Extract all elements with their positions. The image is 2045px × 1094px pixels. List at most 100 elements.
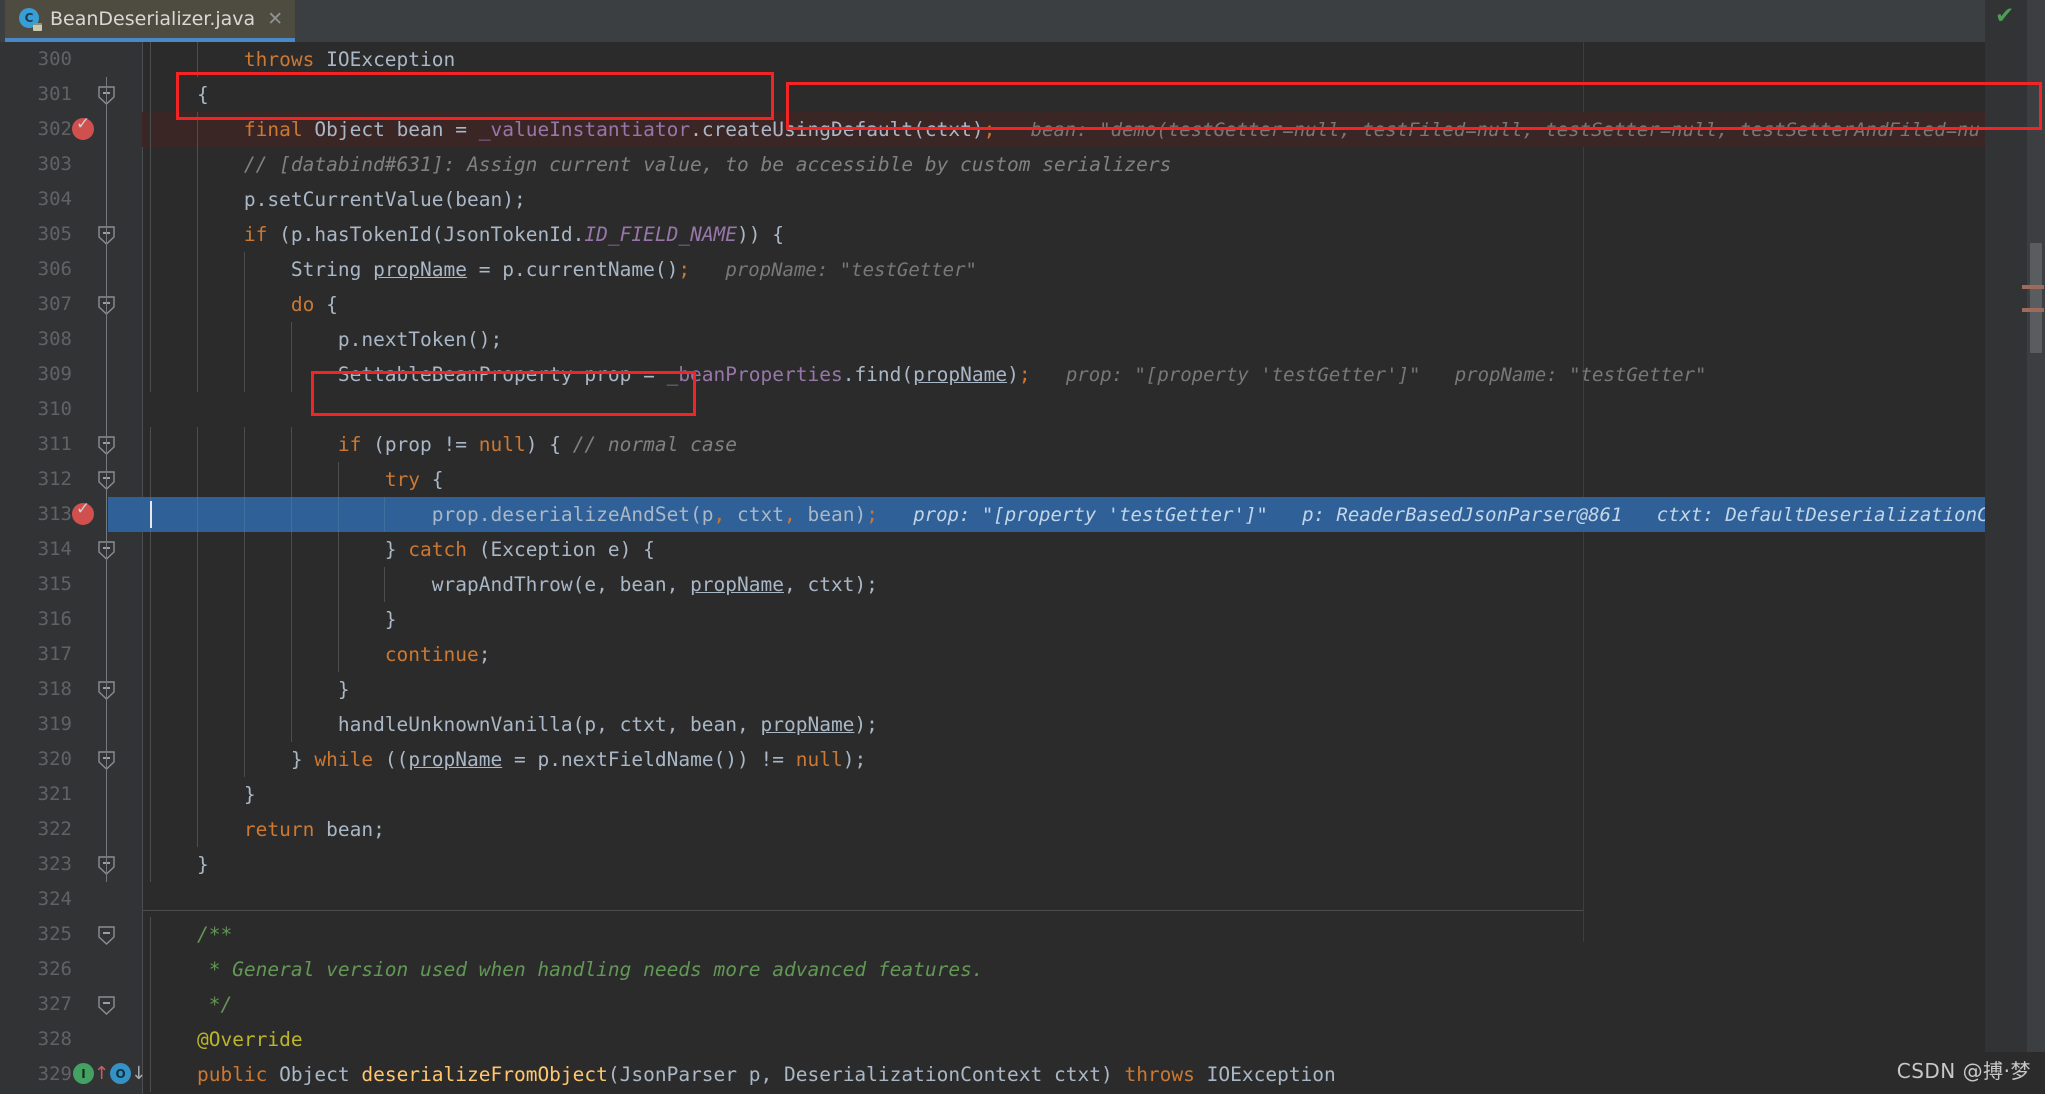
gutter-markers[interactable]: [76, 217, 142, 252]
gutter-markers[interactable]: [76, 252, 142, 287]
code-text[interactable]: if (p.hasTokenId(JsonTokenId.ID_FIELD_NA…: [150, 217, 784, 252]
editor-tab-beandeserializer[interactable]: C BeanDeserializer.java ✕: [5, 0, 296, 42]
gutter-markers[interactable]: [76, 287, 142, 322]
inline-debugger-hint[interactable]: prop: "[property 'testGetter']" propName…: [1066, 364, 1707, 386]
line-number[interactable]: 327: [0, 987, 72, 1022]
gutter-markers[interactable]: [76, 987, 142, 1022]
gutter-markers[interactable]: ✓: [72, 112, 142, 147]
code-line[interactable]: 327 */: [0, 987, 1985, 1022]
code-text[interactable]: if (prop != null) { // normal case: [150, 427, 737, 462]
gutter-markers[interactable]: [76, 147, 142, 182]
gutter-markers[interactable]: [76, 742, 142, 777]
implementing-method-icon[interactable]: I: [73, 1063, 94, 1084]
line-number[interactable]: 312: [0, 462, 72, 497]
error-stripe-area[interactable]: [1985, 0, 2027, 1052]
gutter-markers[interactable]: [76, 392, 142, 427]
code-line[interactable]: 319 handleUnknownVanilla(p, ctxt, bean, …: [0, 707, 1985, 742]
code-line[interactable]: 302 ✓ final Object bean = _valueInstantia…: [0, 112, 1985, 147]
code-text[interactable]: final Object bean = _valueInstantiator.c…: [150, 112, 1980, 147]
code-text[interactable]: handleUnknownVanilla(p, ctxt, bean, prop…: [150, 707, 878, 742]
inline-debugger-hint[interactable]: propName: "testGetter": [725, 259, 977, 281]
code-line[interactable]: 306 String propName = p.currentName(); p…: [0, 252, 1985, 287]
code-line[interactable]: 320 } while ((propName = p.nextFieldName…: [0, 742, 1985, 777]
code-line[interactable]: 321 }: [0, 777, 1985, 812]
code-text[interactable]: {: [150, 77, 209, 112]
line-number[interactable]: 317: [0, 637, 72, 672]
line-number[interactable]: 322: [0, 812, 72, 847]
code-text[interactable]: /**: [150, 917, 232, 952]
code-text[interactable]: */: [150, 987, 232, 1022]
code-text[interactable]: do {: [150, 287, 338, 322]
code-line[interactable]: 315 wrapAndThrow(e, bean, propName, ctxt…: [0, 567, 1985, 602]
breakpoint-verified-icon[interactable]: ✓: [72, 116, 94, 140]
code-line[interactable]: 307 do {: [0, 287, 1985, 322]
line-number[interactable]: 300: [0, 42, 72, 77]
code-line[interactable]: 329 I ↑ O ↓ public Object deserializeFromObj…: [0, 1057, 1985, 1092]
code-text[interactable]: throws IOException: [150, 42, 455, 77]
line-number[interactable]: 326: [0, 952, 72, 987]
code-text[interactable]: } while ((propName = p.nextFieldName()) …: [150, 742, 866, 777]
code-text[interactable]: public Object deserializeFromObject(Json…: [150, 1057, 1336, 1092]
editor-right-gutter[interactable]: ✔: [1985, 0, 2045, 1052]
line-number[interactable]: 321: [0, 777, 72, 812]
gutter-markers[interactable]: [76, 672, 142, 707]
code-text[interactable]: p.nextToken();: [150, 322, 502, 357]
gutter-markers[interactable]: [76, 567, 142, 602]
code-text[interactable]: p.setCurrentValue(bean);: [150, 182, 526, 217]
code-text[interactable]: continue;: [150, 637, 491, 672]
line-number[interactable]: 320: [0, 742, 72, 777]
gutter-markers[interactable]: [76, 42, 142, 77]
gutter-markers[interactable]: [76, 182, 142, 217]
code-text[interactable]: @Override: [150, 1022, 303, 1057]
code-line[interactable]: 314 } catch (Exception e) {: [0, 532, 1985, 567]
gutter-markers[interactable]: [76, 322, 142, 357]
code-line[interactable]: 323 }: [0, 847, 1985, 882]
line-number[interactable]: 311: [0, 427, 72, 462]
code-text[interactable]: }: [150, 777, 256, 812]
code-line[interactable]: 324: [0, 882, 1985, 917]
code-text[interactable]: String propName = p.currentName(); propN…: [150, 252, 977, 287]
code-line[interactable]: 311 if (prop != null) { // normal case: [0, 427, 1985, 462]
code-line[interactable]: 312 try {: [0, 462, 1985, 497]
inline-debugger-hint[interactable]: bean: "demo(testGetter=null, testFiled=n…: [1031, 119, 1980, 141]
line-number[interactable]: 306: [0, 252, 72, 287]
code-line[interactable]: 309 SettableBeanProperty prop = _beanPro…: [0, 357, 1985, 392]
code-line[interactable]: 301 {: [0, 77, 1985, 112]
code-text[interactable]: }: [150, 602, 397, 637]
vertical-scrollbar-thumb[interactable]: [2030, 243, 2042, 353]
code-line[interactable]: 310: [0, 392, 1985, 427]
code-line[interactable]: 316 }: [0, 602, 1985, 637]
line-number[interactable]: 315: [0, 567, 72, 602]
code-text[interactable]: wrapAndThrow(e, bean, propName, ctxt);: [150, 567, 878, 602]
line-number[interactable]: 302: [0, 112, 72, 147]
gutter-markers[interactable]: [76, 462, 142, 497]
line-number[interactable]: 305: [0, 217, 72, 252]
fold-collapse-icon[interactable]: [98, 996, 115, 1015]
code-editor[interactable]: 300 throws IOException 301 {302 ✓ final Ob…: [0, 42, 2045, 1094]
error-stripe-mark[interactable]: [2022, 308, 2044, 312]
code-line[interactable]: 325 /**: [0, 917, 1985, 952]
code-line[interactable]: 300 throws IOException: [0, 42, 1985, 77]
code-line[interactable]: 313 ✓ prop.deserializeAndSet(p, ctxt, bea…: [0, 497, 2000, 532]
gutter-markers[interactable]: [76, 602, 142, 637]
gutter-implementation-markers[interactable]: I ↑ O ↓: [73, 1063, 147, 1084]
code-line[interactable]: 308 p.nextToken();: [0, 322, 1985, 357]
gutter-markers[interactable]: [76, 812, 142, 847]
gutter-markers[interactable]: I ↑ O ↓: [73, 1057, 146, 1092]
line-number[interactable]: 323: [0, 847, 72, 882]
line-number[interactable]: 314: [0, 532, 72, 567]
line-number[interactable]: 304: [0, 182, 72, 217]
gutter-markers[interactable]: [76, 777, 142, 812]
code-text[interactable]: * General version used when handling nee…: [150, 952, 984, 987]
code-text[interactable]: prop.deserializeAndSet(p, ctxt, bean); p…: [150, 497, 2000, 532]
gutter-markers[interactable]: [76, 357, 142, 392]
line-number[interactable]: 316: [0, 602, 72, 637]
code-line[interactable]: 326 * General version used when handling…: [0, 952, 1985, 987]
line-number[interactable]: 328: [0, 1022, 72, 1057]
code-line[interactable]: 317 continue;: [0, 637, 1985, 672]
gutter-markers[interactable]: [76, 77, 142, 112]
fold-collapse-icon[interactable]: [98, 926, 115, 945]
code-line[interactable]: 304 p.setCurrentValue(bean);: [0, 182, 1985, 217]
line-number[interactable]: 310: [0, 392, 72, 427]
line-number[interactable]: 303: [0, 147, 72, 182]
